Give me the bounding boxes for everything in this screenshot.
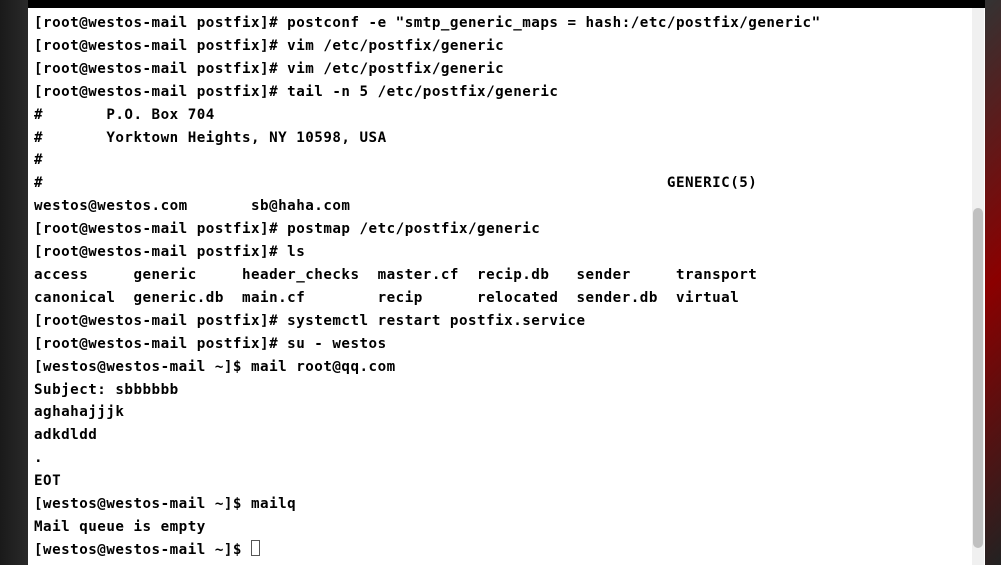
terminal-line: # GENERIC(5)	[34, 172, 979, 195]
terminal-line: [root@westos-mail postfix]# postconf -e …	[34, 12, 979, 35]
terminal-line: Mail queue is empty	[34, 516, 979, 539]
window-frame-right	[985, 0, 1001, 565]
terminal-line: [westos@westos-mail ~]$ mail root@qq.com	[34, 356, 979, 379]
terminal-line: [root@westos-mail postfix]# tail -n 5 /e…	[34, 81, 979, 104]
terminal-line: aghahajjjk	[34, 401, 979, 424]
terminal-line: [root@westos-mail postfix]# vim /etc/pos…	[34, 58, 979, 81]
terminal-line: #	[34, 149, 979, 172]
scrollbar-thumb[interactable]	[973, 208, 983, 548]
terminal-line: [westos@westos-mail ~]$ mailq	[34, 493, 979, 516]
terminal-line: access generic header_checks master.cf r…	[34, 264, 979, 287]
terminal-line: [root@westos-mail postfix]# postmap /etc…	[34, 218, 979, 241]
terminal-line: [root@westos-mail postfix]# vim /etc/pos…	[34, 35, 979, 58]
terminal-prompt-line: [westos@westos-mail ~]$	[34, 539, 979, 562]
terminal-line: [root@westos-mail postfix]# systemctl re…	[34, 310, 979, 333]
terminal-line: .	[34, 447, 979, 470]
terminal-output-area[interactable]: [root@westos-mail postfix]# postconf -e …	[28, 8, 985, 565]
terminal-line: canonical generic.db main.cf recip reloc…	[34, 287, 979, 310]
terminal-line: westos@westos.com sb@haha.com	[34, 195, 979, 218]
terminal-line: EOT	[34, 470, 979, 493]
terminal-line: adkdldd	[34, 424, 979, 447]
terminal-scrollbar[interactable]	[972, 8, 984, 565]
terminal-cursor	[251, 540, 260, 556]
terminal-line: # P.O. Box 704	[34, 104, 979, 127]
terminal-line: Subject: sbbbbbb	[34, 379, 979, 402]
terminal-line: [root@westos-mail postfix]# ls	[34, 241, 979, 264]
window-frame-left	[0, 0, 28, 565]
terminal-line: [root@westos-mail postfix]# su - westos	[34, 333, 979, 356]
terminal-line: # Yorktown Heights, NY 10598, USA	[34, 127, 979, 150]
terminal-prompt: [westos@westos-mail ~]$	[34, 542, 251, 558]
